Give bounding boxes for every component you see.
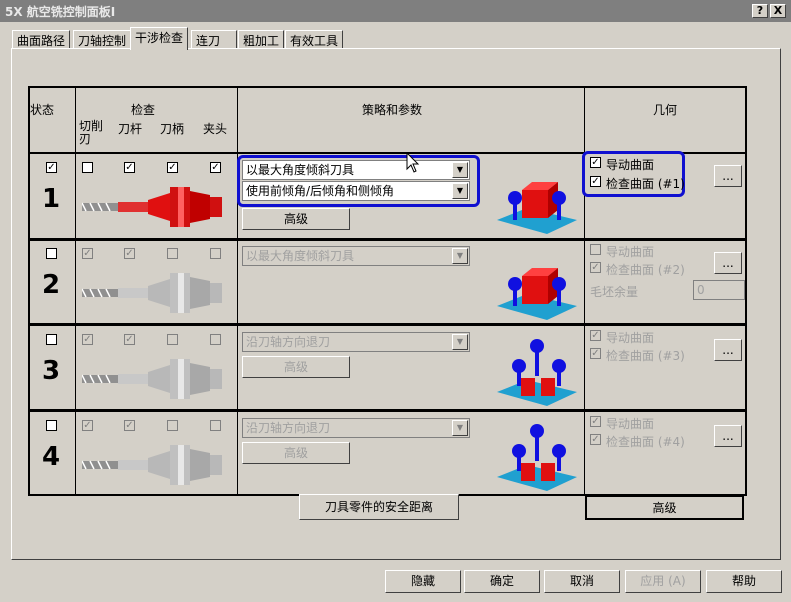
mouse-cursor-icon bbox=[406, 152, 420, 173]
tab-surface-path[interactable]: 曲面路径 bbox=[12, 30, 71, 49]
tab-linking[interactable]: 连刀 bbox=[191, 30, 237, 49]
help-button[interactable]: 帮助 bbox=[706, 570, 782, 593]
help-title-button[interactable]: ? bbox=[752, 4, 768, 18]
tab-active-tool[interactable]: 有效工具 bbox=[285, 30, 344, 49]
tab-collision-check[interactable]: 干涉检查 bbox=[130, 27, 189, 50]
close-button[interactable]: X bbox=[770, 4, 786, 18]
window-title: 5X 航空铣控制面板I bbox=[5, 5, 116, 19]
apply-button[interactable]: 应用 (A) bbox=[625, 570, 701, 593]
tab-panel bbox=[11, 48, 781, 560]
title-bar: 5X 航空铣控制面板I bbox=[0, 0, 791, 22]
ok-button[interactable]: 确定 bbox=[464, 570, 540, 593]
tab-roughing[interactable]: 粗加工 bbox=[238, 30, 285, 49]
tab-tool-axis[interactable]: 刀轴控制 bbox=[73, 30, 132, 49]
cancel-button[interactable]: 取消 bbox=[544, 570, 620, 593]
hide-button[interactable]: 隐藏 bbox=[385, 570, 461, 593]
